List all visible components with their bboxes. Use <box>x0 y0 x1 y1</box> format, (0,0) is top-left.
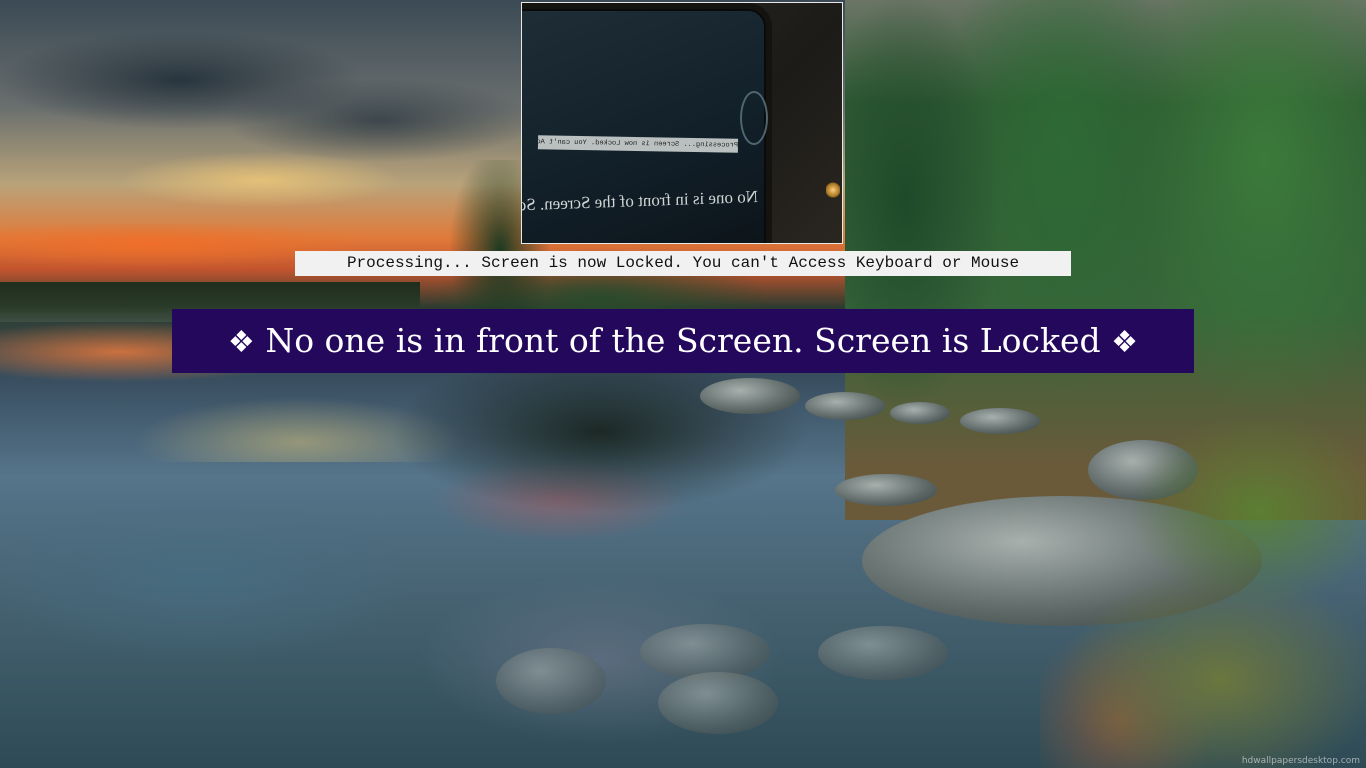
wallpaper-rock <box>960 408 1040 434</box>
diamond-icon: ❖ <box>1111 325 1139 360</box>
screen-locked-banner: ❖ No one is in front of the Screen. Scre… <box>172 309 1194 373</box>
wallpaper-rock <box>658 672 778 734</box>
wallpaper-rock <box>835 474 937 506</box>
wallpaper-watermark: hdwallpapersdesktop.com <box>1241 756 1360 766</box>
webcam-background-light <box>826 181 840 199</box>
wallpaper-shrubs <box>1040 420 1366 768</box>
webcam-camera-ring <box>740 91 768 145</box>
wallpaper-rock <box>496 648 606 714</box>
webcam-preview: Processing... Screen is now Locked. You … <box>521 2 843 244</box>
diamond-icon: ❖ <box>227 325 255 360</box>
wallpaper-rock <box>700 378 800 414</box>
wallpaper-rock <box>890 402 950 424</box>
screen-locked-text: No one is in front of the Screen. Screen… <box>265 321 1101 360</box>
desktop-wallpaper: hdwallpapersdesktop.com Processing... Sc… <box>0 0 1366 768</box>
wallpaper-rock <box>805 392 885 420</box>
lock-status-message: Processing... Screen is now Locked. You … <box>295 251 1071 276</box>
wallpaper-rock <box>818 626 948 680</box>
wallpaper-rock <box>640 624 770 680</box>
